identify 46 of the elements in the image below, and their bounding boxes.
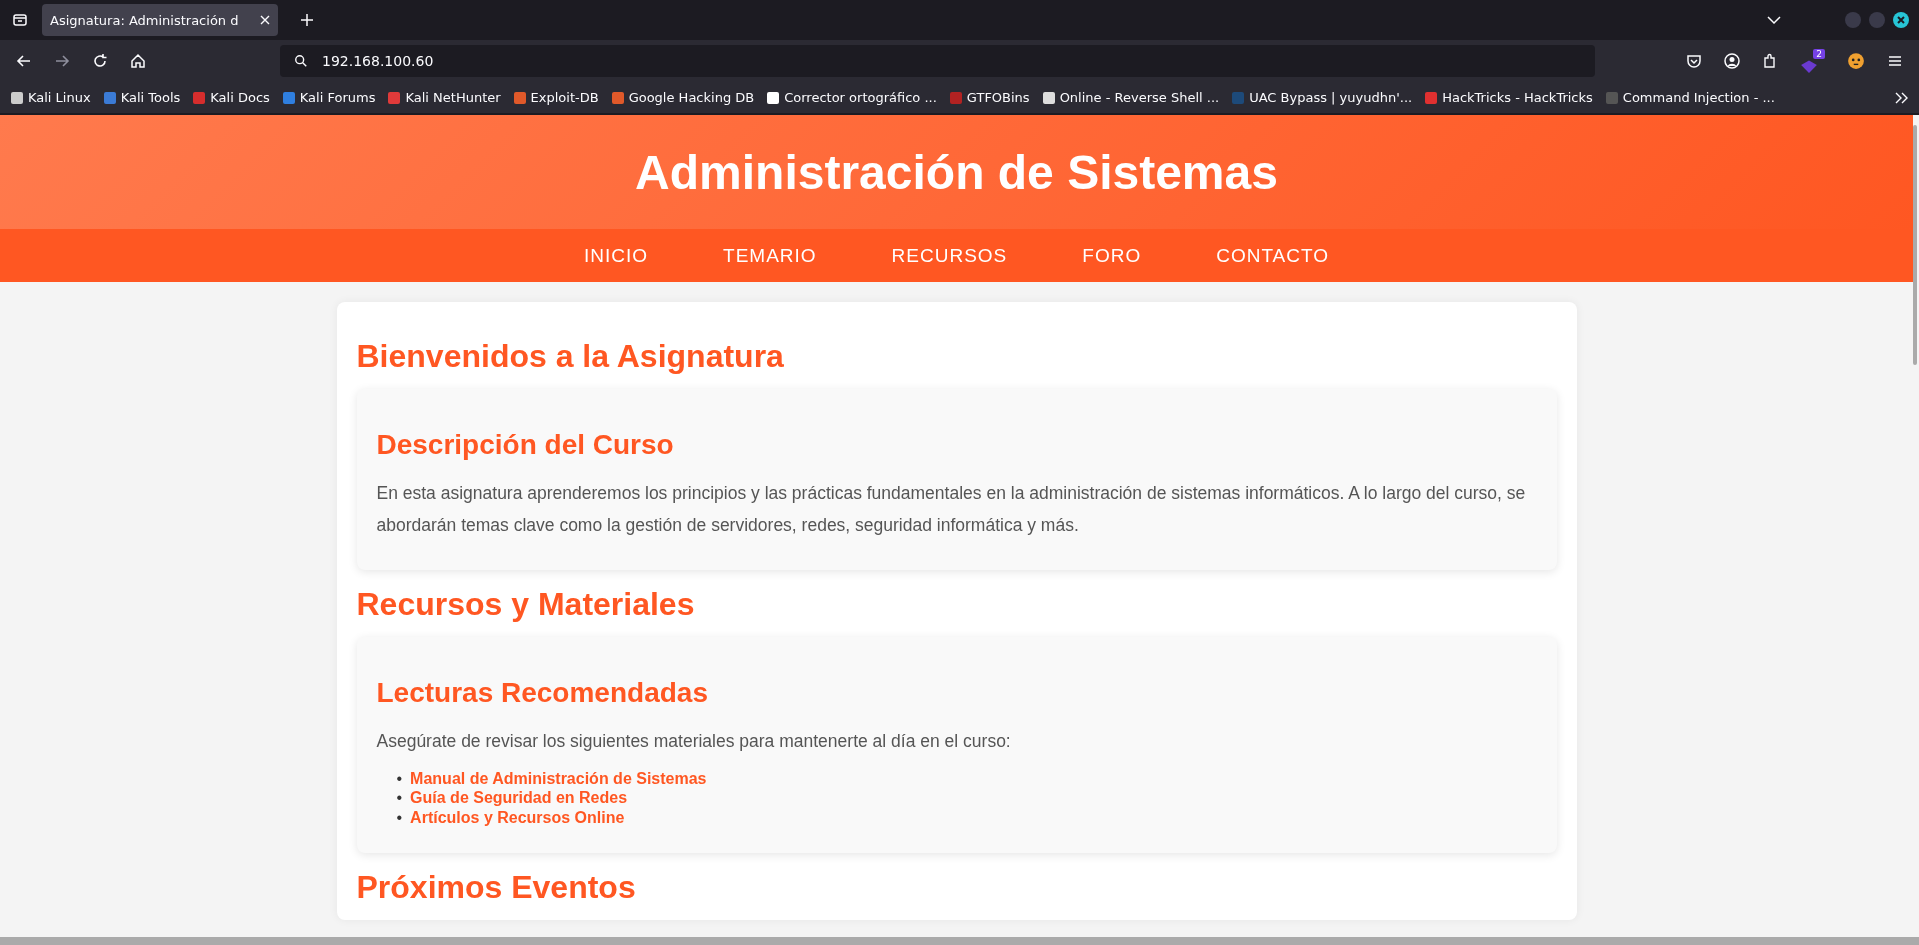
bookmark[interactable]: HackTricks - HackTricks	[1424, 90, 1593, 105]
bookmark[interactable]: Google Hacking DB	[610, 90, 755, 105]
close-icon[interactable]	[260, 15, 270, 25]
bookmark[interactable]: Command Injection - ...	[1604, 90, 1775, 105]
tab-overview-icon[interactable]	[12, 12, 28, 28]
panel-text: Asegúrate de revisar los siguientes materiales para mantenerte al día en el curso:	[376, 729, 1012, 753]
forward-icon[interactable]	[54, 53, 70, 69]
chevron-down-icon[interactable]	[1767, 15, 1781, 25]
bookmark[interactable]: Corrector ortográfico ...	[766, 90, 937, 105]
menu-icon[interactable]	[1887, 53, 1903, 69]
bookmark[interactable]: Online - Reverse Shell ...	[1041, 90, 1220, 105]
extension-badge: 2	[1813, 48, 1825, 59]
home-icon[interactable]	[130, 53, 146, 69]
bookmark[interactable]: GTFOBins	[948, 90, 1030, 105]
url-text: 192.168.100.60	[322, 53, 434, 69]
bookmark[interactable]: Kali Linux	[10, 90, 91, 105]
address-bar[interactable]: 192.168.100.60	[280, 45, 1595, 77]
section-heading: Próximos Eventos	[356, 868, 637, 906]
new-tab-icon[interactable]	[300, 13, 314, 27]
chevron-right-icon[interactable]	[1895, 91, 1909, 104]
bullet: •	[396, 770, 403, 788]
panel-heading: Descripción del Curso	[376, 429, 675, 461]
account-icon[interactable]	[1724, 53, 1740, 69]
bookmark[interactable]: Exploit-DB	[512, 90, 599, 105]
close-window-icon[interactable]	[1893, 12, 1909, 28]
reload-icon[interactable]	[92, 53, 108, 69]
extensions-icon[interactable]	[1762, 53, 1778, 69]
bookmark[interactable]: Kali Tools	[102, 90, 181, 105]
bookmark[interactable]: Kali NetHunter	[387, 90, 501, 105]
panel-heading: Lecturas Recomendadas	[376, 676, 709, 709]
bookmark[interactable]: Kali Docs	[192, 90, 270, 105]
section-heading: Bienvenidos a la Asignatura	[356, 338, 785, 375]
site-title: Administración de Sistemas	[635, 144, 1278, 200]
horizontal-scrollbar[interactable]	[0, 937, 1919, 945]
browser-tab[interactable]: Asignatura: Administración d	[42, 4, 278, 36]
bullet: •	[396, 789, 403, 807]
bookmark[interactable]: UAC Bypass | yuyudhn'...	[1231, 90, 1413, 105]
search-icon	[294, 54, 308, 68]
back-icon[interactable]	[16, 53, 32, 69]
bookmark[interactable]: Kali Forums	[281, 90, 376, 105]
extension-button[interactable]: 2	[1800, 48, 1825, 74]
tab-title: Asignatura: Administración d	[50, 12, 239, 28]
section-heading: Recursos y Materiales	[356, 585, 696, 623]
pocket-icon[interactable]	[1686, 53, 1702, 69]
bullet: •	[396, 808, 403, 826]
panel-text: En esta asignatura aprenderemos los principios y las prácticas fundamentales en la administración de sistemas informáticos. A lo largo del curso, se abordarán temas clave como la gestión de servidores, redes, seguridad informática y más.	[376, 482, 1527, 538]
